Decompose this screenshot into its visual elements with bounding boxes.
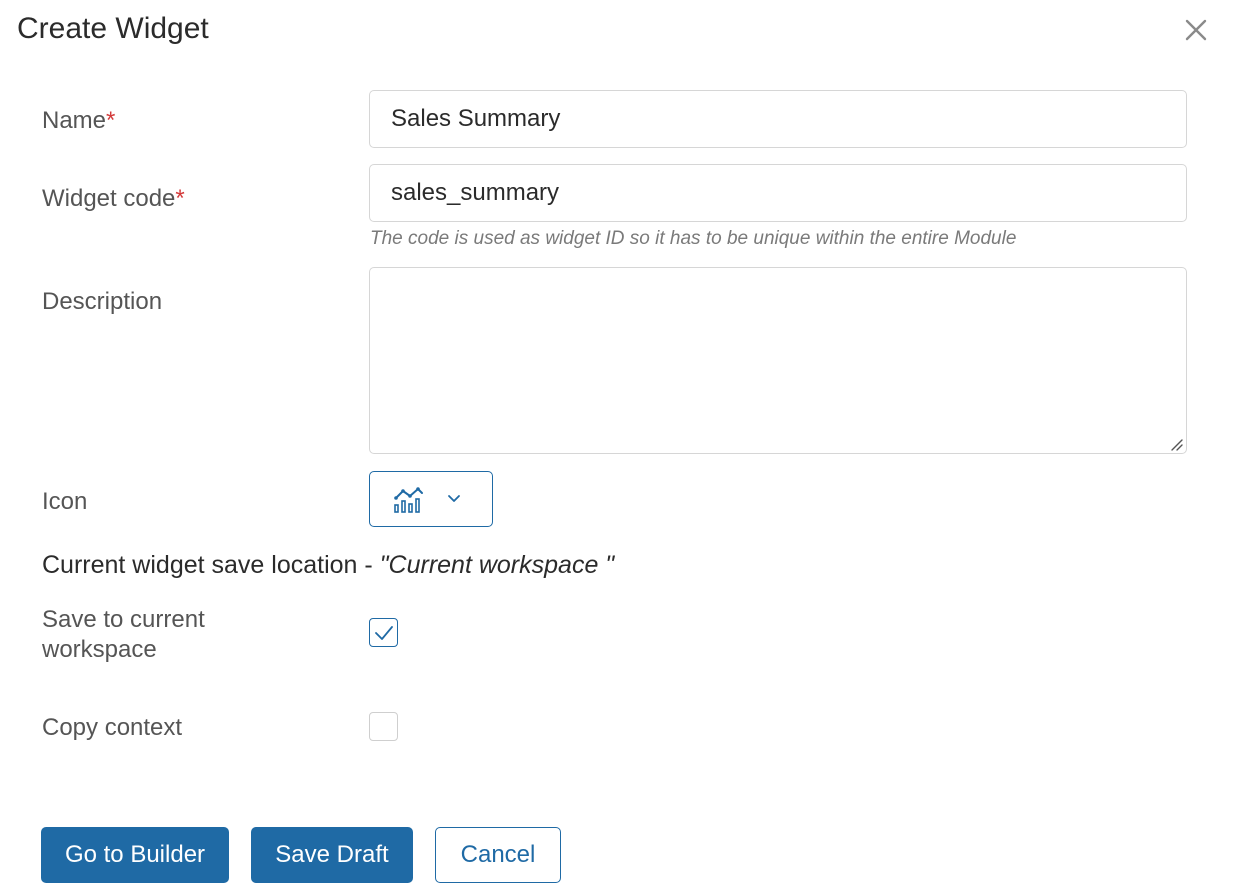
copy-context-checkbox[interactable] — [369, 712, 398, 741]
description-label: Description — [42, 288, 163, 315]
cancel-button[interactable]: Cancel — [435, 827, 561, 883]
go-to-builder-button[interactable]: Go to Builder — [41, 827, 229, 883]
resize-handle-icon[interactable] — [1169, 437, 1183, 451]
dialog-title: Create Widget — [17, 12, 209, 45]
close-button[interactable] — [1180, 14, 1212, 46]
copy-context-label: Copy context — [42, 714, 183, 741]
widget-code-input[interactable] — [369, 164, 1187, 222]
name-label: Name* — [42, 107, 116, 134]
required-mark: * — [106, 107, 116, 134]
widget-code-hint: The code is used as widget ID so it has … — [370, 228, 1017, 249]
checkmark-icon — [375, 626, 393, 640]
chart-analytics-icon — [394, 487, 423, 513]
save-location-text: Current widget save location - "Current … — [42, 551, 615, 579]
required-mark: * — [175, 185, 185, 212]
widget-code-label: Widget code* — [42, 185, 185, 212]
save-location-value: "Current workspace " — [379, 551, 615, 579]
chevron-down-icon — [448, 495, 460, 502]
save-draft-button[interactable]: Save Draft — [251, 827, 413, 883]
name-input[interactable] — [369, 90, 1187, 148]
description-textarea[interactable] — [369, 267, 1187, 454]
save-to-current-checkbox[interactable] — [369, 618, 398, 647]
save-to-current-label: Save to current workspace — [42, 606, 205, 663]
close-icon — [1185, 19, 1207, 41]
icon-select-dropdown[interactable] — [369, 471, 493, 527]
icon-label: Icon — [42, 488, 88, 515]
